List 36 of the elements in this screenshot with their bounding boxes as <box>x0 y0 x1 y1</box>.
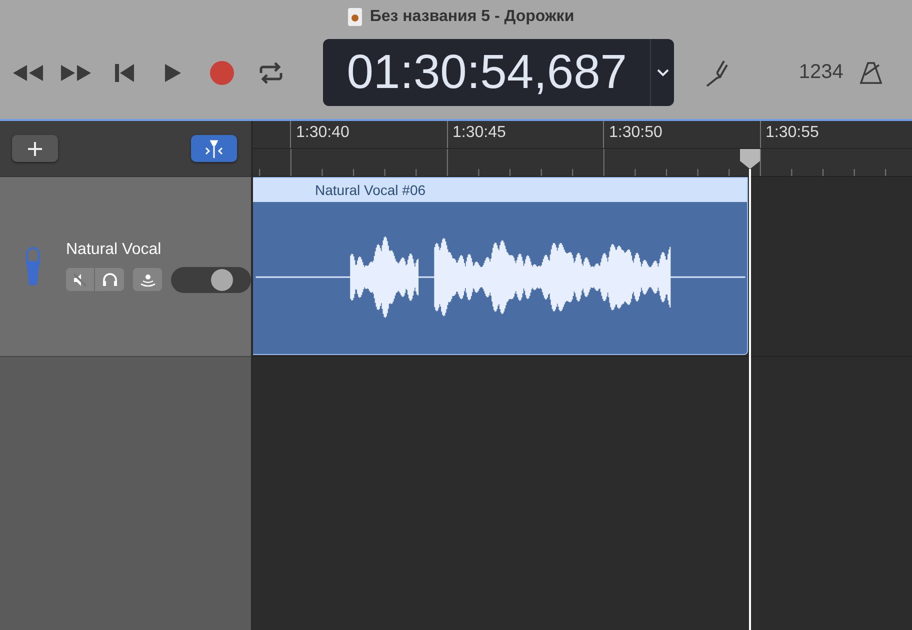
add-track-button[interactable] <box>12 135 58 162</box>
plus-icon <box>27 140 43 156</box>
playhead-handle[interactable] <box>738 149 762 169</box>
time-display: 01:30:54,687 <box>346 45 628 100</box>
speaker-muted-icon <box>73 272 87 286</box>
solo-button[interactable] <box>95 268 124 291</box>
record-icon <box>210 60 234 84</box>
region-name: Natural Vocal #06 <box>315 182 426 198</box>
ruler-label: 1:30:40 <box>290 121 446 148</box>
pin-icon <box>204 140 224 158</box>
input-monitoring-button[interactable] <box>133 268 162 291</box>
play-icon <box>164 62 182 82</box>
fast-forward-icon <box>59 62 94 82</box>
tuning-fork-icon <box>704 58 728 86</box>
rewind-icon <box>10 62 45 82</box>
mute-button[interactable] <box>66 268 95 291</box>
headphones-icon <box>102 272 118 287</box>
window-title: Без названия 5 - Дорожки <box>370 8 574 26</box>
count-in-button[interactable]: 1234 <box>798 61 844 84</box>
microphone-icon <box>26 246 40 286</box>
skip-back-icon <box>114 62 136 82</box>
monitoring-icon <box>140 272 156 286</box>
timeline-ruler[interactable]: 1:30:40 1:30:45 1:30:50 1:30:55 <box>253 121 912 177</box>
ruler-label: 1:30:55 <box>760 121 912 148</box>
volume-slider[interactable] <box>171 266 251 292</box>
chevron-down-icon <box>656 68 669 76</box>
document-icon <box>348 8 362 26</box>
track-header[interactable]: Natural Vocal <box>0 177 251 357</box>
slider-thumb[interactable] <box>211 268 234 290</box>
ruler-label: 1:30:50 <box>603 121 760 148</box>
smart-controls-button[interactable] <box>191 135 237 162</box>
metronome-icon <box>859 60 884 84</box>
ruler-label: 1:30:45 <box>446 121 603 148</box>
cycle-icon <box>258 62 284 84</box>
track-name: Natural Vocal <box>66 240 162 258</box>
audio-region[interactable]: Natural Vocal #06 <box>253 177 748 355</box>
